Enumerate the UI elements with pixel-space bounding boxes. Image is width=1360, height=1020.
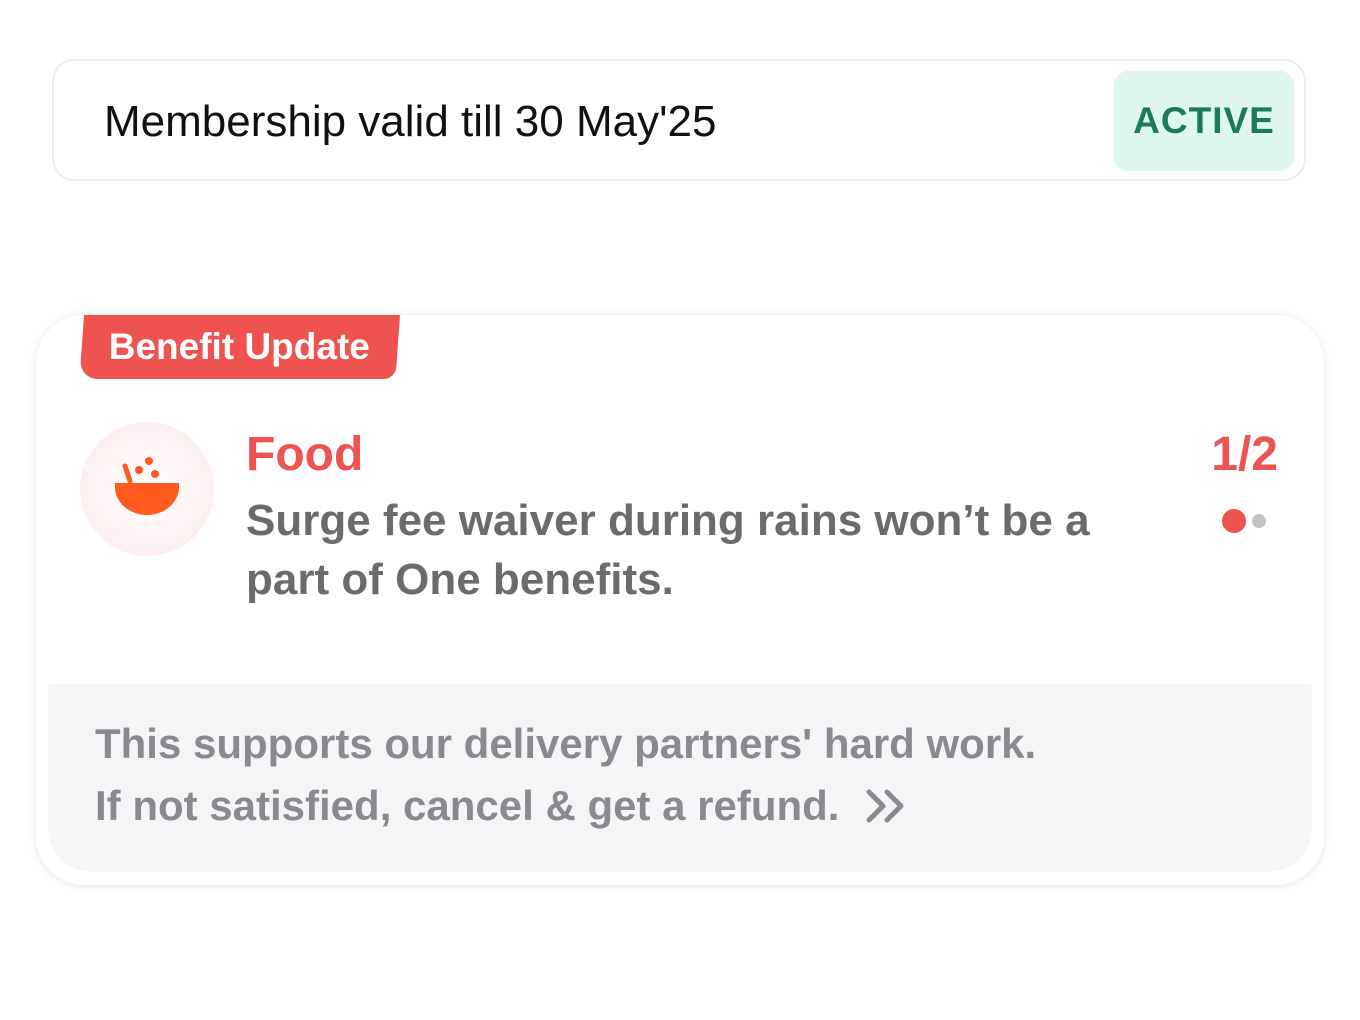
benefit-category-title: Food: [246, 428, 364, 481]
membership-card: Membership valid till 30 May'25 ACTIVE: [52, 59, 1306, 181]
pager-indicator-text: 1/2: [1211, 428, 1278, 481]
footer-support-text: This supports our delivery partners' har…: [95, 720, 1037, 767]
benefit-footer[interactable]: This supports our delivery partners' har…: [48, 684, 1312, 872]
status-badge: ACTIVE: [1114, 71, 1294, 171]
benefit-update-card[interactable]: Benefit Update Food Surge fee waiver dur…: [36, 315, 1324, 885]
membership-validity-text: Membership valid till 30 May'25: [104, 97, 717, 146]
benefit-update-tag: Benefit Update: [79, 315, 400, 379]
double-chevron-right-icon[interactable]: [865, 788, 909, 824]
pager-dot-active[interactable]: [1222, 509, 1246, 533]
pager-dots[interactable]: [1222, 509, 1266, 533]
benefit-description: Surge fee waiver during rains won’t be a…: [246, 496, 1090, 604]
footer-refund-text[interactable]: If not satisfied, cancel & get a refund.: [95, 782, 839, 829]
food-bowl-icon-graphic: [115, 457, 179, 515]
food-bowl-icon: [80, 422, 214, 556]
pager-dot-inactive[interactable]: [1252, 514, 1266, 528]
footer-refund-link[interactable]: If not satisfied, cancel & get a refund.: [95, 780, 909, 832]
benefit-update-tag-label: Benefit Update: [109, 326, 371, 367]
